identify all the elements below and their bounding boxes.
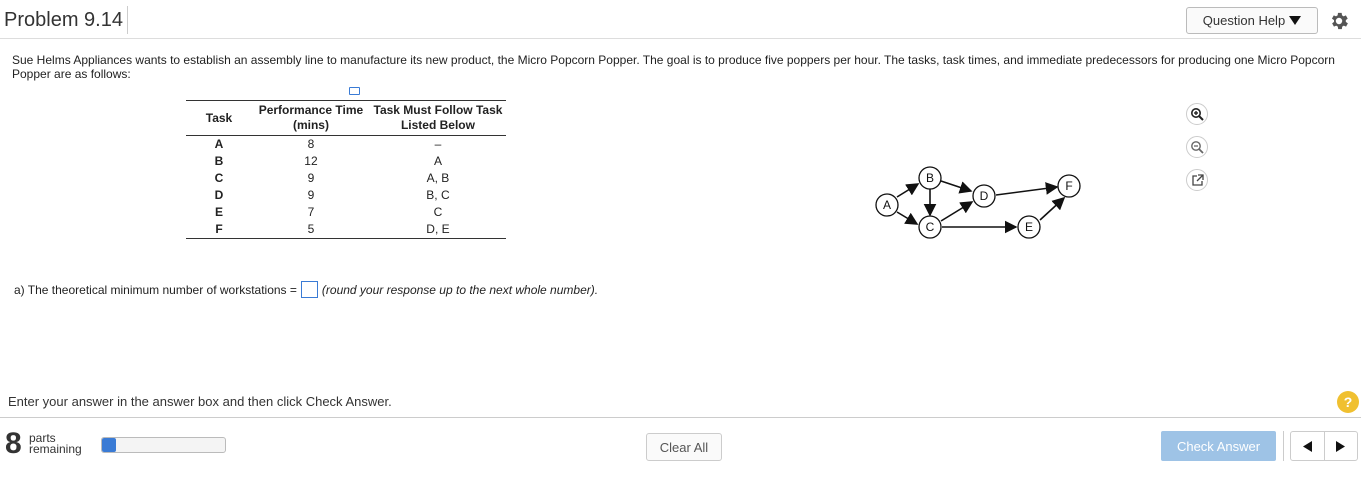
node-label: F (1065, 179, 1072, 193)
question-help-button[interactable]: Question Help (1186, 7, 1318, 34)
edge-e-f (1039, 196, 1066, 221)
time-cell: 9 (307, 171, 315, 185)
zoom-in-button[interactable] (1186, 103, 1208, 125)
table-copy-icon[interactable] (349, 87, 360, 95)
predecessor-cell: – (434, 137, 442, 151)
triangle-left-icon (1302, 440, 1312, 452)
node-label: E (1025, 220, 1033, 234)
header-divider (0, 38, 1361, 39)
col-header-task: Task (186, 100, 252, 136)
table-row: B 12 A (186, 153, 506, 170)
predecessor-cell: A, B (426, 171, 450, 185)
precedence-diagram: A B C D E F (875, 166, 1081, 239)
problem-statement: Sue Helms Appliances wants to establish … (12, 53, 1335, 81)
task-cell: E (214, 205, 223, 219)
gear-icon[interactable] (1328, 10, 1350, 32)
external-link-icon (1191, 173, 1204, 186)
edge-d-f (995, 182, 1059, 196)
task-cell: D (214, 188, 224, 202)
table-row: F 5 D, E (186, 221, 506, 239)
table-row: C 9 A, B (186, 170, 506, 187)
previous-button[interactable] (1291, 432, 1324, 460)
question-a: a) The theoretical minimum number of wor… (14, 281, 598, 298)
page-title: Problem 9.14 (4, 6, 128, 34)
progress-bar (101, 437, 226, 453)
predecessor-cell: B, C (426, 188, 450, 202)
triangle-right-icon (1336, 440, 1346, 452)
zoom-out-button[interactable] (1186, 136, 1208, 158)
task-cell: B (214, 154, 224, 168)
node-label: B (926, 171, 934, 185)
question-help-label: Question Help (1202, 13, 1286, 28)
task-cell: C (214, 171, 224, 185)
task-table: Task Performance Time (mins) Task Must F… (186, 100, 506, 239)
next-button[interactable] (1323, 432, 1358, 460)
clear-all-button[interactable]: Clear All (646, 433, 722, 461)
footer-divider (0, 417, 1361, 418)
node-label: C (926, 220, 935, 234)
edge-b-d (940, 180, 973, 194)
answer-input[interactable] (300, 281, 318, 298)
zoom-out-icon (1191, 141, 1204, 154)
help-button[interactable]: ? (1337, 391, 1359, 413)
popout-button[interactable] (1186, 169, 1208, 191)
time-cell: 5 (252, 221, 370, 239)
time-cell: 8 (307, 137, 315, 151)
node-label: A (883, 198, 891, 212)
progress-bar-fill (102, 438, 116, 452)
parts-label-line2: remaining (29, 442, 82, 456)
col-header-time: Performance Time (mins) (252, 100, 370, 136)
node-label: D (980, 189, 989, 203)
edge-a-c (896, 211, 919, 225)
task-cell: F (186, 221, 252, 239)
parts-remaining-label: parts remaining (29, 432, 82, 456)
check-answer-button[interactable]: Check Answer (1161, 431, 1276, 461)
edge-a-b (896, 183, 920, 198)
question-nav (1290, 431, 1358, 461)
time-cell: 9 (307, 188, 315, 202)
parts-remaining-count: 8 (5, 427, 22, 460)
predecessor-cell: A (433, 154, 442, 168)
caret-down-icon (1289, 16, 1302, 25)
instruction-text: Enter your answer in the answer box and … (8, 394, 392, 409)
question-hint: (round your response up to the next whol… (321, 282, 599, 297)
edge-c-d (940, 201, 974, 222)
predecessor-cell: C (433, 205, 443, 219)
predecessor-cell: D, E (369, 221, 506, 239)
time-cell: 12 (304, 154, 318, 168)
table-row: D 9 B, C (186, 187, 506, 204)
help-icon: ? (1343, 394, 1353, 410)
col-header-predecessors: Task Must Follow Task Listed Below (369, 100, 506, 136)
table-row: A 8 – (186, 136, 506, 154)
table-row: E 7 C (186, 204, 506, 221)
time-cell: 7 (307, 205, 315, 219)
question-prefix: a) The theoretical minimum number of wor… (14, 282, 297, 297)
zoom-in-icon (1191, 108, 1204, 121)
nav-separator (1283, 431, 1284, 461)
task-cell: A (214, 137, 224, 151)
